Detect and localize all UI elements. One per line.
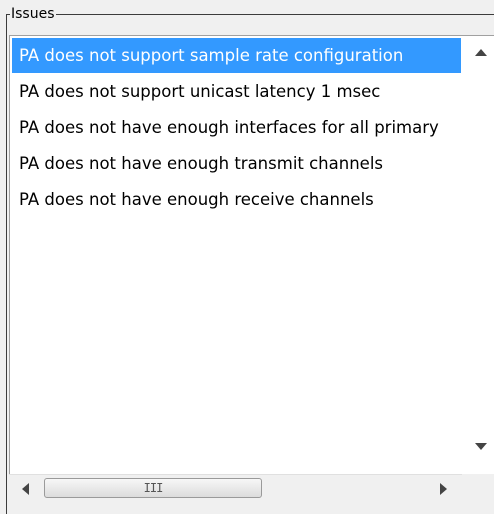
list-item[interactable]: PA does not have enough interfaces for a… bbox=[12, 110, 461, 145]
issues-listbox[interactable]: PA does not support sample rate configur… bbox=[9, 35, 494, 475]
scroll-down-arrow-icon[interactable] bbox=[464, 430, 494, 464]
list-item[interactable]: PA does not have enough transmit channel… bbox=[12, 146, 461, 181]
scroll-up-arrow-icon[interactable] bbox=[464, 36, 494, 70]
scroll-left-arrow-icon[interactable] bbox=[11, 475, 41, 503]
issues-list: PA does not support sample rate configur… bbox=[12, 38, 461, 474]
list-item[interactable]: PA does not support unicast latency 1 ms… bbox=[12, 74, 461, 109]
thumb-grip: III bbox=[143, 481, 164, 495]
scroll-right-arrow-icon[interactable] bbox=[429, 475, 459, 503]
list-item[interactable]: PA does not support sample rate configur… bbox=[12, 38, 461, 73]
horizontal-scroll-thumb[interactable]: III bbox=[44, 478, 262, 498]
scrollbar-corner bbox=[462, 474, 494, 506]
issues-group-title: Issues bbox=[10, 5, 56, 23]
list-item[interactable]: PA does not have enough receive channels bbox=[12, 182, 461, 217]
vertical-scrollbar[interactable] bbox=[464, 36, 494, 474]
horizontal-scrollbar[interactable]: III bbox=[9, 474, 462, 502]
